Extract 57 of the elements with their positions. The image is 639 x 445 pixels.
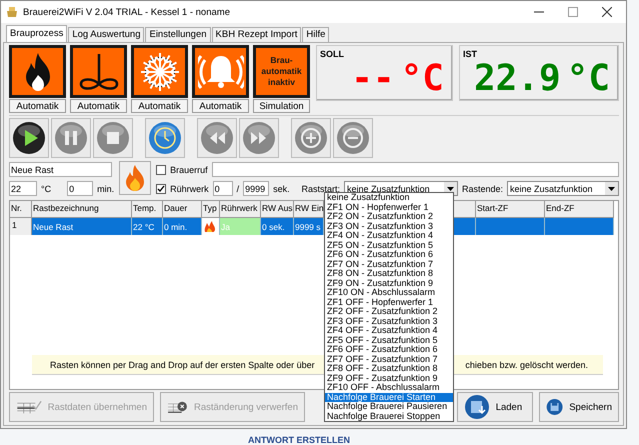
temperature-unit: °C <box>566 58 610 98</box>
temperature-value: -- <box>351 58 395 98</box>
tile-text: Brau- <box>269 55 294 66</box>
unit-label: sek. <box>273 184 290 194</box>
table-cell: 22 °C <box>132 218 163 235</box>
select-label: Rastende: <box>462 184 503 194</box>
column-header[interactable]: Temp. <box>132 201 163 218</box>
column-header[interactable]: Typ <box>202 201 220 218</box>
action-button[interactable]: Laden <box>456 392 533 422</box>
window-title: Brauerei2WiFi V 2.04 TRIAL - Kessel 1 - noname <box>23 6 231 18</box>
temperature-unit: °C <box>400 58 444 98</box>
column-header[interactable]: Nr. <box>10 201 32 218</box>
table-cell: Ja <box>220 218 261 235</box>
reply-link[interactable]: ANTWORT ERSTELLEN <box>248 435 350 445</box>
column-header[interactable]: Rastbezeichnung <box>32 201 132 218</box>
temperature-field[interactable]: 22 <box>9 181 37 196</box>
name-field[interactable]: Neue Rast <box>9 162 112 177</box>
mode-button[interactable]: Automatik <box>192 99 249 113</box>
tab[interactable]: Hilfe <box>302 27 330 42</box>
unit-label: min. <box>97 184 114 194</box>
column-header[interactable]: RW Aus <box>261 201 294 218</box>
tile-text: automatik <box>261 66 302 77</box>
display-label: IST <box>462 49 477 59</box>
column-header[interactable]: Dauer <box>163 201 202 218</box>
mode-button[interactable]: Automatik <box>70 99 127 113</box>
temperature-value: 22.9 <box>474 58 561 98</box>
checkbox-label: Rührwerk <box>170 184 209 194</box>
mode-button[interactable]: Automatik <box>9 99 66 113</box>
tab[interactable]: Brauprozess <box>6 25 68 42</box>
tab[interactable]: KBH Rezept Import <box>212 27 302 42</box>
on-time-field[interactable]: 9999 <box>243 181 270 196</box>
table-cell: 1 <box>10 218 32 235</box>
column-header[interactable]: RW Ein <box>294 201 324 218</box>
duration-field[interactable]: 0 <box>67 181 94 196</box>
display-label: SOLL <box>320 49 344 59</box>
tab[interactable]: Einstellungen <box>145 27 211 42</box>
unit-label: °C <box>41 184 52 194</box>
column-header[interactable]: Start-ZF <box>476 201 545 218</box>
mode-button[interactable]: Automatik <box>131 99 188 113</box>
hint-text: Rasten können per Drag and Drop auf der ersten Spalte oder über <box>50 360 315 370</box>
checkbox-label: Brauerruf <box>170 164 208 174</box>
select-label: Raststart: <box>302 184 340 194</box>
rastende-select[interactable]: keine Zusatzfunktion <box>507 181 619 196</box>
table-cell: 0 min. <box>163 218 202 235</box>
column-header[interactable]: End-ZF <box>545 201 614 218</box>
action-button[interactable]: Speichern <box>539 392 619 422</box>
tab[interactable]: Log Auswertung <box>68 27 144 42</box>
actuator-tile[interactable]: Brau- automatik inaktiv <box>253 45 310 98</box>
separator: / <box>236 184 240 194</box>
table-cell: 9999 s <box>294 218 324 235</box>
mode-button[interactable]: Simulation <box>253 99 310 113</box>
tile-text: inaktiv <box>267 77 296 88</box>
column-header[interactable]: Rührwerk <box>220 201 261 218</box>
hint-text: chieben bzw. gelöscht werden. <box>465 360 588 370</box>
off-time-field[interactable]: 0 <box>212 181 233 196</box>
table-cell: Neue Rast <box>32 218 132 235</box>
table-cell: 0 sek. <box>261 218 294 235</box>
